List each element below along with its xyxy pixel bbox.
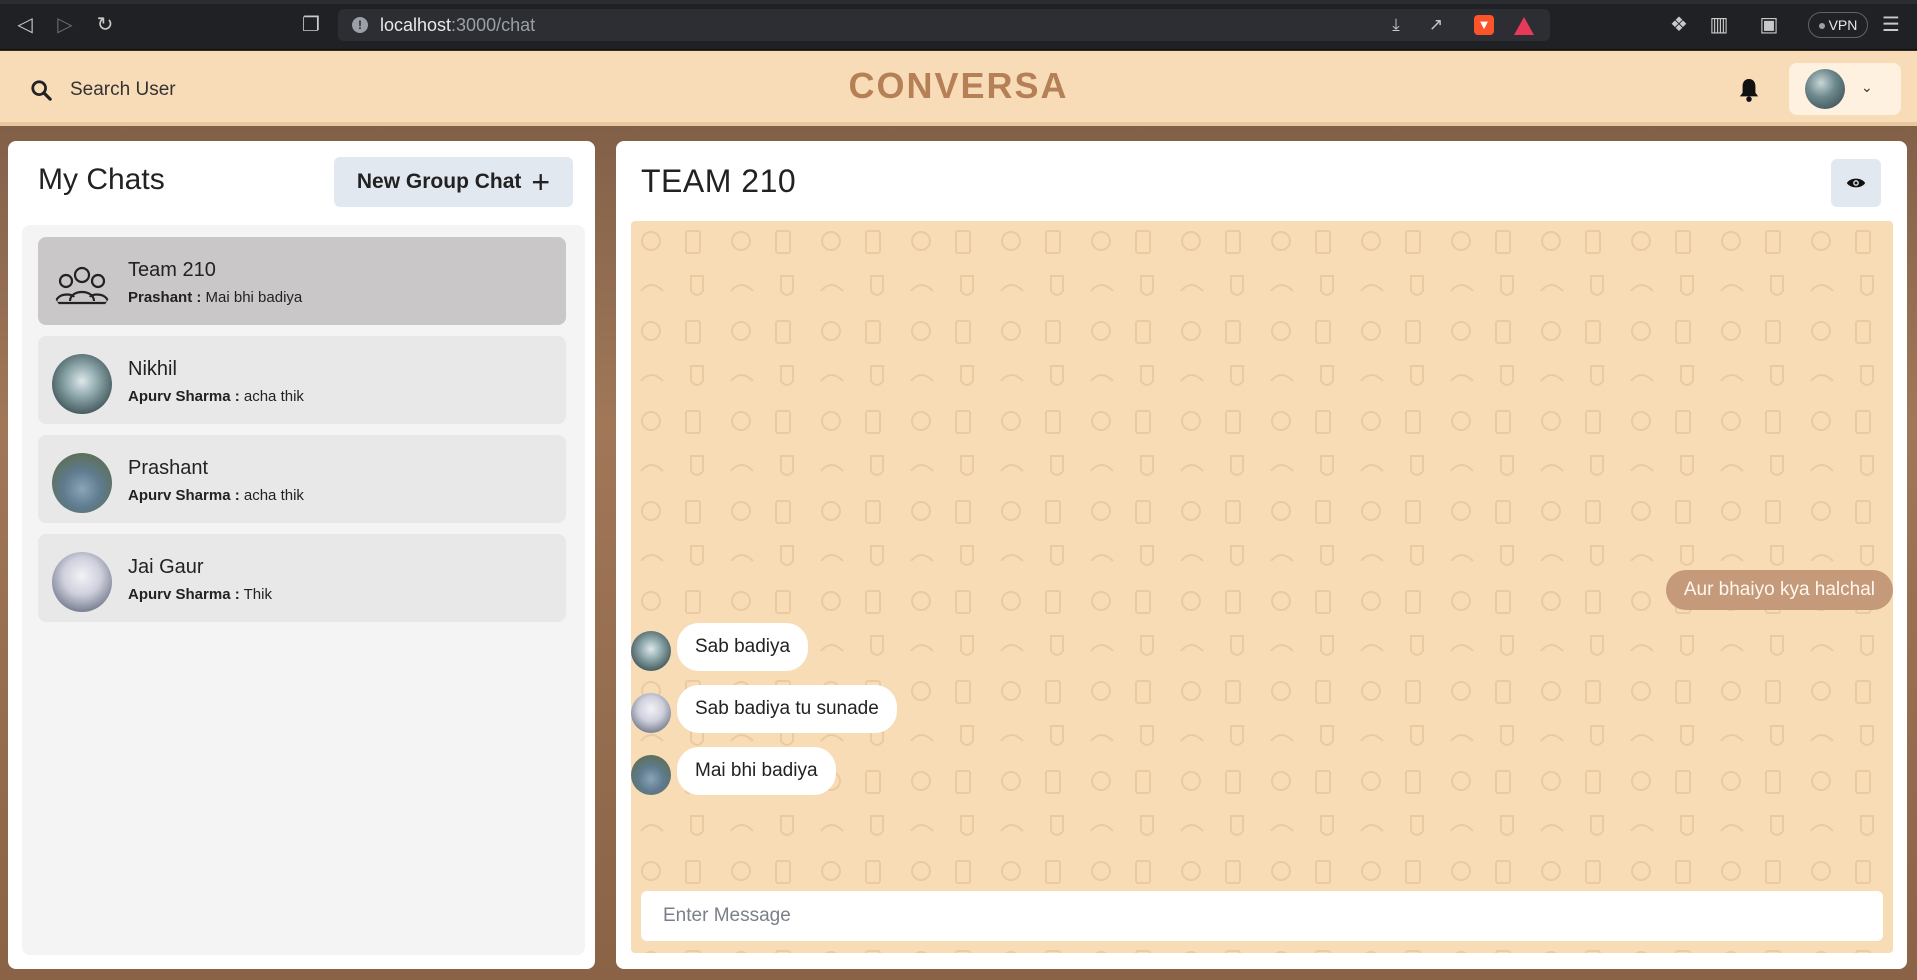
url-text[interactable]: localhost:3000/chat (380, 15, 535, 36)
chat-last-text: acha thik (243, 487, 304, 504)
chat-last-sender: Apurv Sharma : (128, 487, 240, 504)
extensions-icon[interactable]: ❖ (1666, 12, 1692, 38)
chat-item-nikhil[interactable]: Nikhil Apurv Sharma : acha thik (38, 336, 566, 424)
share-icon[interactable]: ↗ (1426, 15, 1446, 35)
menu-icon[interactable]: ☰ (1878, 12, 1904, 38)
brave-icon[interactable]: ▼ (1474, 15, 1494, 35)
avatar (52, 552, 112, 612)
sent-message: Aur bhaiyo kya halchal (1665, 570, 1893, 610)
chat-name: Team 210 (128, 259, 216, 281)
chat-name: Jai Gaur (128, 556, 204, 578)
chat-last-text: Mai bhi badiya (205, 289, 303, 306)
profile-menu-button[interactable]: ⌄ (1789, 63, 1901, 115)
chat-last-sender: Prashant : (128, 289, 202, 306)
download-icon[interactable]: ⤓ (1386, 15, 1406, 35)
chat-name: Prashant (128, 457, 209, 479)
chat-name: Nikhil (128, 358, 177, 380)
forward-icon[interactable]: ▷ (52, 12, 78, 38)
chat-title: TEAM 210 (641, 163, 797, 199)
new-group-chat-label: New Group Chat (356, 170, 522, 193)
vpn-label: VPN (1828, 17, 1858, 33)
chat-last-message: Prashant : Mai bhi badiya (128, 289, 302, 306)
message-bubble: Sab badiya (677, 623, 809, 671)
message-bubble: Sab badiya tu sunade (677, 685, 897, 733)
url-host: localhost (380, 15, 452, 35)
view-details-button[interactable] (1831, 159, 1881, 207)
chat-last-text: Thik (243, 586, 272, 603)
app-brand: CONVERSA (848, 65, 1069, 106)
app-root: Search User CONVERSA ⌄ My Chats New Grou… (0, 51, 1917, 980)
my-chats-title: My Chats (38, 163, 165, 196)
chat-last-text: acha thik (243, 388, 304, 405)
avatar (52, 453, 112, 513)
wallet-icon[interactable]: ▣ (1756, 12, 1782, 38)
info-icon[interactable]: ! (352, 17, 368, 33)
chat-last-message: Apurv Sharma : acha thik (128, 388, 304, 405)
chat-item-jai-gaur[interactable]: Jai Gaur Apurv Sharma : Thik (38, 534, 566, 622)
chat-last-message: Apurv Sharma : acha thik (128, 487, 304, 504)
avatar (1805, 69, 1845, 109)
avatar (631, 755, 671, 795)
address-bar[interactable]: ! localhost:3000/chat ⤓ ↗ ▼ (338, 9, 1550, 41)
message-input[interactable] (641, 891, 1883, 941)
url-path: :3000/chat (451, 15, 536, 35)
chat-last-sender: Apurv Sharma : (128, 388, 240, 405)
bookmark-icon[interactable]: ❐ (298, 12, 324, 38)
chat-last-sender: Apurv Sharma : (128, 586, 240, 603)
vpn-button[interactable]: VPN (1808, 12, 1868, 38)
chevron-down-icon: ⌄ (1861, 79, 1873, 95)
new-group-chat-button[interactable]: New Group Chat + (334, 157, 573, 207)
plus-icon: + (531, 164, 551, 200)
chat-item-team-210[interactable]: Team 210 Prashant : Mai bhi badiya (38, 237, 566, 325)
sidebar-icon[interactable]: ▥ (1706, 12, 1732, 38)
messages-area[interactable]: Aur bhaiyo kya halchal Sab badiya Sab ba… (631, 221, 1893, 953)
tab-strip (0, 0, 1917, 4)
chat-panel: TEAM 210 Aur bhaiyo kya halchal Sab badi… (616, 141, 1907, 969)
avatar (52, 354, 112, 414)
reload-icon[interactable]: ↻ (92, 12, 118, 38)
chat-item-prashant[interactable]: Prashant Apurv Sharma : acha thik (38, 435, 566, 523)
message-bubble: Mai bhi badiya (677, 747, 836, 795)
vpn-status-dot (1818, 23, 1825, 30)
rewards-icon[interactable] (1514, 15, 1534, 35)
avatar (631, 693, 671, 733)
eye-icon (1846, 178, 1866, 188)
bell-icon[interactable] (1738, 77, 1760, 103)
back-icon[interactable]: ◁ (12, 12, 38, 38)
chat-last-message: Apurv Sharma : Thik (128, 586, 272, 603)
app-header: Search User CONVERSA ⌄ (0, 51, 1917, 126)
my-chats-panel: My Chats New Group Chat + Team 210 Prash… (8, 141, 595, 969)
group-icon (52, 255, 112, 315)
avatar (631, 631, 671, 671)
browser-toolbar: ◁ ▷ ↻ ❐ ! localhost:3000/chat ⤓ ↗ ▼ ❖ ▥ … (0, 0, 1917, 50)
chat-list: Team 210 Prashant : Mai bhi badiya Nikhi… (22, 225, 585, 955)
